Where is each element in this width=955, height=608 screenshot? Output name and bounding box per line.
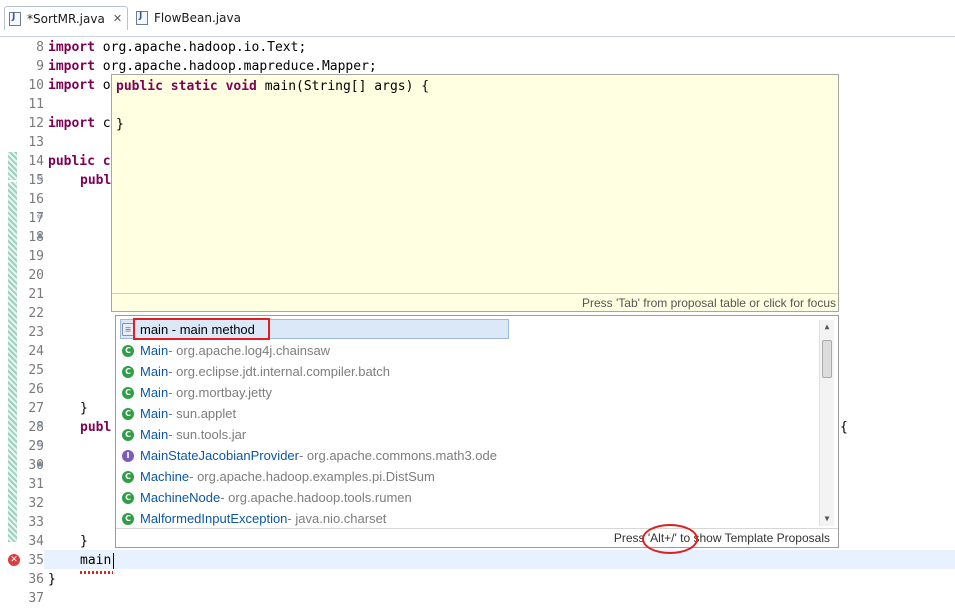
close-icon[interactable]: ✕ [113,12,122,25]
class-icon: C [122,407,134,420]
scroll-up-icon[interactable]: ▲ [822,322,832,332]
line-number: 36 [28,572,44,587]
proposal-item[interactable]: C Main - org.eclipse.jdt.internal.compile… [122,361,390,382]
line-number: 11 [28,97,44,112]
proposal-scrollbar[interactable]: ▲ ▼ [819,320,834,526]
code-line: import org.apache.hadoop.io.Text; [48,40,307,55]
class-icon: C [122,470,134,483]
java-file-icon: J [9,11,21,26]
annotation-circle [642,524,698,554]
fold-marker-icon: ▲ [37,458,44,469]
line-number: 8 [36,40,44,55]
class-icon: C [122,386,134,399]
line-number: 14 [28,154,44,169]
interface-icon: I [122,449,134,462]
class-icon: C [122,365,134,378]
class-icon: C [122,491,134,504]
line-number: 27 [28,401,44,416]
line-number: 31 [28,477,44,492]
preview-hint: Press 'Tab' from proposal table or click… [112,293,838,311]
line-number: 34 [28,534,44,549]
class-icon: C [122,428,134,441]
line-number: 21 [28,287,44,302]
annotation-highlight-box [133,318,270,340]
tab-flowbean[interactable]: J FlowBean.java [132,6,252,30]
line-number: 13 [28,135,44,150]
current-line-highlight [44,550,955,569]
editor-tab-bar: J *SortMR.java ✕ J FlowBean.java [0,0,955,37]
java-file-icon: J [136,11,148,25]
code-line: } [80,534,88,549]
fold-collapse-icon[interactable]: ⊖ [37,173,43,184]
line-number: 20 [28,268,44,283]
scroll-thumb[interactable] [822,340,832,378]
line-number: 16 [28,192,44,207]
proposal-item[interactable]: C Machine - org.apache.hadoop.examples.pi… [122,466,435,487]
line-number: 22 [28,306,44,321]
tab-sortmr[interactable]: J *SortMR.java ✕ [4,6,128,30]
line-number: 37 [28,591,44,606]
proposal-item[interactable]: C MalformedInputException - java.nio.char… [122,508,386,529]
line-number: 9 [36,59,44,74]
proposal-item[interactable]: C MachineNode - org.apache.hadoop.tools.r… [122,487,412,508]
proposal-preview-popup[interactable]: public static void main(String[] args) {… [111,74,839,312]
content-assist-list[interactable]: ≡ main - main method C Main - org.apache.… [115,315,839,554]
code-line: import o [48,78,111,93]
tab-label: FlowBean.java [154,11,241,25]
line-number: 33 [28,515,44,530]
code-line: publ [80,173,112,188]
tab-label: *SortMR.java [27,11,105,26]
line-number: 23 [28,325,44,340]
text-caret [113,553,114,569]
proposal-item[interactable]: C Main - sun.applet [122,403,236,424]
preview-code: public static void main(String[] args) { [116,79,430,94]
code-line: publ [80,420,112,435]
code-line: { [840,420,848,435]
proposal-item[interactable]: C Main - sun.tools.jar [122,424,246,445]
code-line: } [80,401,88,416]
class-icon: C [122,512,134,525]
proposal-item[interactable]: I MainStateJacobianProvider - org.apache.… [122,445,497,466]
scroll-down-icon[interactable]: ▼ [822,514,832,524]
code-line: main [80,553,112,568]
line-number: 19 [28,249,44,264]
line-number: 10 [28,78,44,93]
line-number: 12 [28,116,44,131]
fold-marker-icon: ▲ [37,230,44,241]
error-icon[interactable]: ✕ [8,554,20,566]
template-proposals-hint: Press 'Alt+/' to show Template Proposals [116,528,838,547]
line-number: 24 [28,344,44,359]
error-squiggle [80,571,113,574]
fold-collapse-icon[interactable]: ⊖ [37,420,43,431]
proposal-item[interactable]: C Main - org.mortbay.jetty [122,382,272,403]
line-number: 25 [28,363,44,378]
code-line: } [48,572,56,587]
line-number: 32 [28,496,44,511]
preview-code: } [116,117,124,132]
fold-collapse-icon[interactable]: ⊖ [37,439,43,450]
code-line: import c [48,116,111,131]
fold-collapse-icon[interactable]: ⊖ [37,211,43,222]
code-line: public c [48,154,111,169]
line-number: 26 [28,382,44,397]
class-icon: C [122,344,134,357]
proposal-item[interactable]: C Main - org.apache.log4j.chainsaw [122,340,330,361]
